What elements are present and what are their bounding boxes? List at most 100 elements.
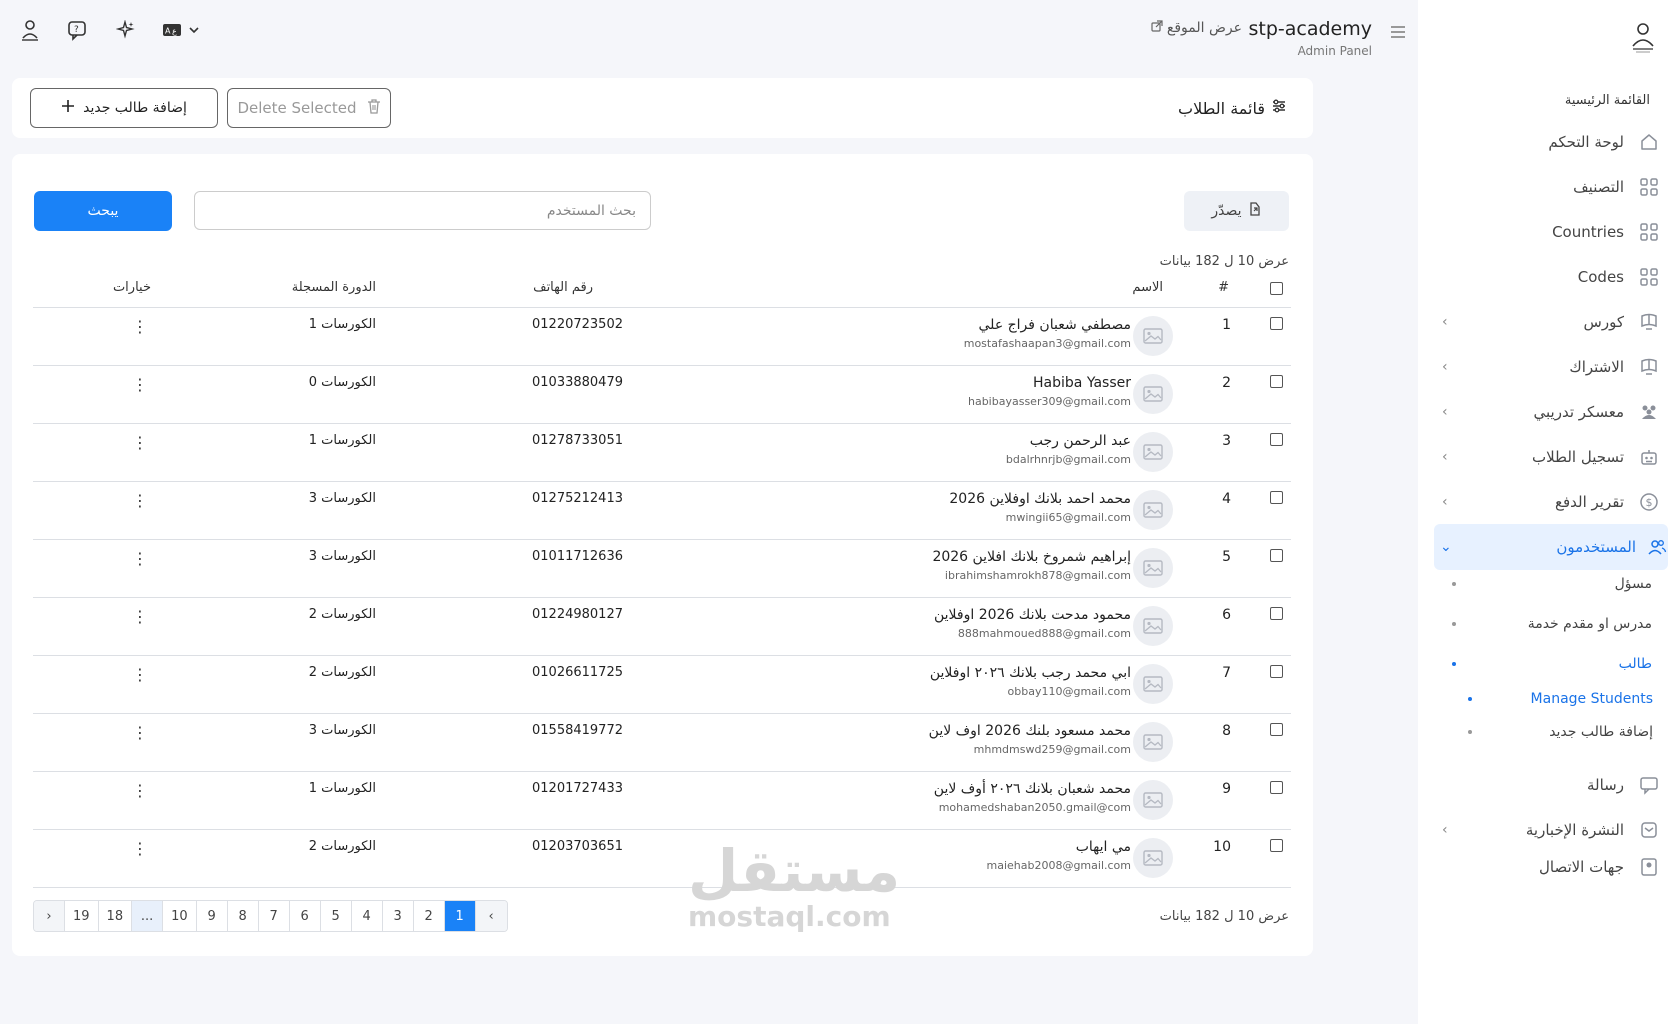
- app-logo-icon[interactable]: [18, 18, 42, 42]
- sidebar-item-categories[interactable]: التصنيف: [1436, 167, 1660, 207]
- sidebar-item-label: الاشتراك: [1569, 358, 1624, 376]
- sidebar-logo[interactable]: [1627, 20, 1659, 54]
- avatar-placeholder-icon: [1133, 780, 1173, 820]
- student-email: mhmdmswd259@gmail.com: [973, 743, 1131, 756]
- sidebar-subitem-student[interactable]: طالب: [1452, 656, 1652, 672]
- pagination-page[interactable]: 10: [163, 901, 197, 931]
- bullet-icon: [1452, 582, 1456, 586]
- student-phone: 01278733051: [532, 433, 623, 448]
- search-button[interactable]: يبحث: [34, 191, 172, 231]
- column-header-name: الاسم: [1132, 280, 1163, 295]
- sidebar-subitem-manage-students[interactable]: Manage Students: [1468, 691, 1653, 707]
- table-header: # الاسم رقم الهاتف الدورة المسجلة خيارات: [33, 272, 1291, 308]
- student-email: bdalrhnrjb@gmail.com: [1005, 453, 1131, 466]
- pagination-page[interactable]: 7: [258, 901, 290, 931]
- select-all-checkbox[interactable]: [1270, 282, 1283, 295]
- sidebar-item-label: تسجيل الطلاب: [1531, 448, 1624, 466]
- column-header-number: #: [1218, 280, 1229, 295]
- avatar-placeholder-icon: [1133, 490, 1173, 530]
- row-checkbox[interactable]: [1270, 433, 1283, 446]
- more-options-icon[interactable]: ⋮: [132, 377, 148, 393]
- pagination-page[interactable]: 5: [320, 901, 352, 931]
- more-options-icon[interactable]: ⋮: [132, 551, 148, 567]
- view-site-link[interactable]: عرض الموقع: [1151, 20, 1242, 36]
- more-options-icon[interactable]: ⋮: [132, 435, 148, 451]
- chat-question-icon[interactable]: ?: [66, 18, 90, 42]
- sidebar-subitem-admin[interactable]: مسؤل: [1452, 576, 1652, 592]
- row-checkbox[interactable]: [1270, 549, 1283, 562]
- avatar-placeholder-icon: [1133, 606, 1173, 646]
- pagination-page[interactable]: 1: [444, 901, 476, 931]
- sidebar-item-codes[interactable]: Codes: [1436, 257, 1660, 297]
- row-checkbox[interactable]: [1270, 607, 1283, 620]
- sidebar-item-bootcamp[interactable]: معسكر تدريبي ‹: [1436, 392, 1660, 432]
- pagination-page[interactable]: 18: [98, 901, 133, 931]
- student-email: 888mahmoued888@gmail.com: [957, 627, 1131, 640]
- sidebar-item-course[interactable]: كورس ‹: [1436, 302, 1660, 342]
- chevron-left-icon: ‹: [1442, 404, 1448, 420]
- dollar-icon: $: [1638, 491, 1660, 513]
- row-checkbox[interactable]: [1270, 781, 1283, 794]
- sidebar-item-label: تقرير الدفع: [1554, 493, 1624, 511]
- row-checkbox[interactable]: [1270, 375, 1283, 388]
- sidebar-item-payment-report[interactable]: $ تقرير الدفع ‹: [1436, 482, 1660, 522]
- more-options-icon[interactable]: ⋮: [132, 725, 148, 741]
- row-checkbox[interactable]: [1270, 723, 1283, 736]
- student-email: mostafashaapan3@gmail.com: [963, 337, 1131, 350]
- add-student-button[interactable]: إضافة طالب جديد: [30, 88, 218, 128]
- search-input[interactable]: [194, 191, 651, 230]
- chevron-left-icon: ‹: [1442, 359, 1448, 375]
- pagination-page[interactable]: 19: [65, 901, 99, 931]
- pagination-next-button[interactable]: ›: [34, 901, 65, 931]
- robot-icon: [1638, 446, 1660, 468]
- sidebar-item-newsletter[interactable]: النشرة الإخبارية ‹: [1436, 810, 1660, 850]
- pagination-page[interactable]: 2: [413, 901, 445, 931]
- more-options-icon[interactable]: ⋮: [132, 783, 148, 799]
- student-phone: 01033880479: [532, 375, 623, 390]
- pagination-page[interactable]: 9: [196, 901, 228, 931]
- row-number: 4: [1222, 491, 1231, 507]
- row-checkbox[interactable]: [1270, 665, 1283, 678]
- table-row: 8 محمد مسعود بلنك 2026 اوف لاين mhmdmswd…: [33, 714, 1291, 772]
- row-number: 8: [1222, 723, 1231, 739]
- pagination-prev-button[interactable]: ‹: [475, 901, 507, 931]
- pagination-page[interactable]: 8: [227, 901, 259, 931]
- sidebar-item-dashboard[interactable]: لوحة التحكم: [1436, 122, 1660, 162]
- sidebar-item-message[interactable]: رسالة: [1436, 765, 1660, 805]
- sparkle-icon[interactable]: [114, 18, 138, 42]
- row-number: 9: [1222, 781, 1231, 797]
- grid-icon: [1638, 266, 1660, 288]
- app-subtitle: Admin Panel: [1297, 44, 1372, 58]
- more-options-icon[interactable]: ⋮: [132, 493, 148, 509]
- delete-selected-button[interactable]: Delete Selected: [227, 88, 391, 128]
- chevron-left-icon: ‹: [1442, 822, 1448, 838]
- sidebar-item-contacts[interactable]: جهات الاتصال: [1436, 855, 1660, 879]
- sidebar-item-subscription[interactable]: الاشتراك ‹: [1436, 347, 1660, 387]
- sidebar-item-label: جهات الاتصال: [1538, 858, 1624, 876]
- row-checkbox[interactable]: [1270, 839, 1283, 852]
- sidebar-item-countries[interactable]: Countries: [1436, 212, 1660, 252]
- pagination-page[interactable]: 4: [351, 901, 383, 931]
- page-header-card: قائمة الطلاب Delete Selected إضافة طالب …: [12, 78, 1313, 138]
- student-phone: 01026611725: [532, 665, 623, 680]
- more-options-icon[interactable]: ⋮: [132, 841, 148, 857]
- sidebar-item-student-registration[interactable]: تسجيل الطلاب ‹: [1436, 437, 1660, 477]
- sidebar-subitem-instructor[interactable]: مدرس او مقدم خدمة: [1452, 616, 1652, 632]
- more-options-icon[interactable]: ⋮: [132, 667, 148, 683]
- pagination-page[interactable]: 6: [289, 901, 321, 931]
- row-checkbox[interactable]: [1270, 491, 1283, 504]
- sidebar-subitem-add-student[interactable]: إضافة طالب جديد: [1468, 724, 1653, 740]
- student-courses-count: 0 الكورسات: [308, 375, 376, 390]
- language-icon[interactable]: Aع: [162, 18, 202, 42]
- menu-toggle-icon[interactable]: [1391, 26, 1405, 38]
- more-options-icon[interactable]: ⋮: [132, 609, 148, 625]
- pagination-page[interactable]: 3: [382, 901, 414, 931]
- row-checkbox[interactable]: [1270, 317, 1283, 330]
- export-button[interactable]: يصدّر: [1184, 191, 1289, 231]
- chevron-left-icon: ‹: [1442, 494, 1448, 510]
- more-options-icon[interactable]: ⋮: [132, 319, 148, 335]
- sidebar-item-users[interactable]: المستخدمون ⌄: [1434, 524, 1668, 570]
- contact-icon: [1638, 856, 1660, 878]
- row-number: 5: [1222, 549, 1231, 565]
- app-title: stp-academy: [1248, 18, 1373, 40]
